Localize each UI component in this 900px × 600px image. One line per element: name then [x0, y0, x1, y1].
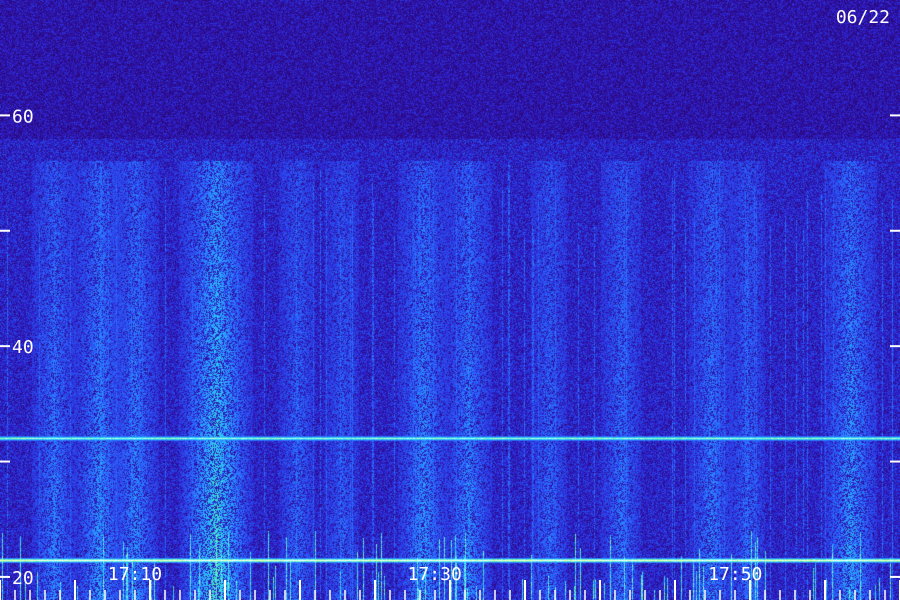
date-label: 06/22 — [836, 7, 890, 28]
y-tick-label: 20 — [12, 568, 34, 589]
y-tick-label: 40 — [12, 337, 34, 358]
y-tick-label: 60 — [12, 106, 34, 127]
x-tick-label: 17:30 — [408, 564, 462, 585]
x-tick-label: 17:10 — [108, 564, 162, 585]
spectrogram-chart: 06/22 20 40 60 17:10 17:30 17:50 — [0, 0, 900, 600]
x-tick-label: 17:50 — [708, 564, 762, 585]
axis-overlay: 06/22 20 40 60 17:10 17:30 17:50 — [0, 7, 900, 600]
